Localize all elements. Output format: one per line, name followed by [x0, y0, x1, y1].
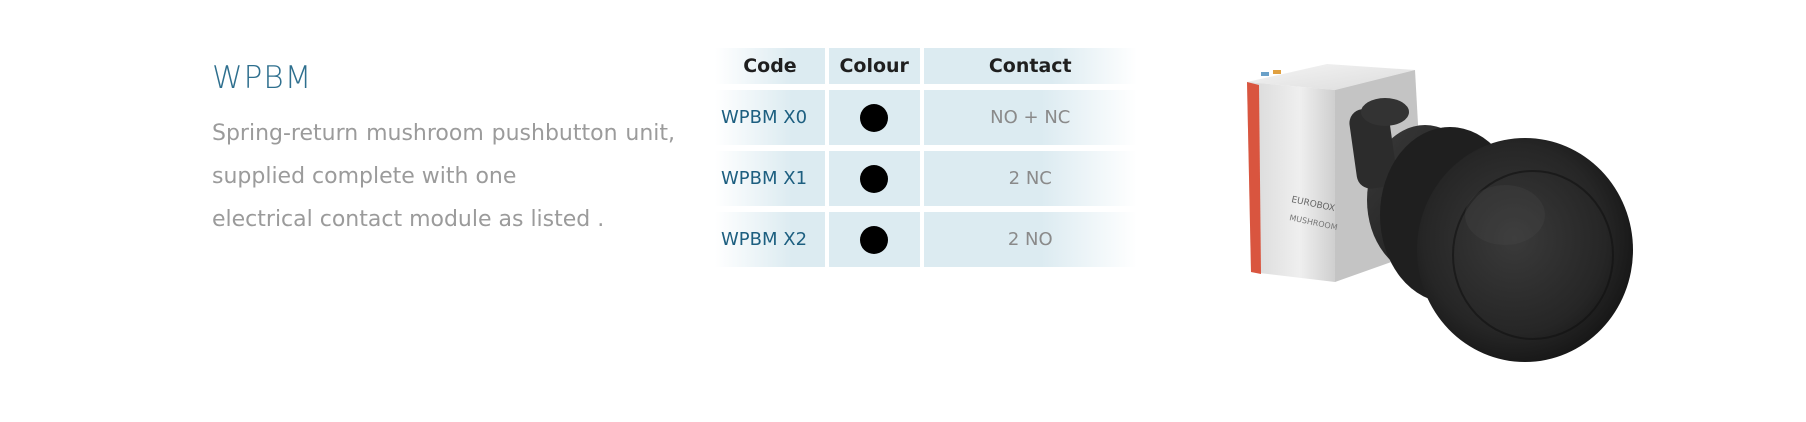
cell-contact: 2 NO: [923, 212, 1137, 267]
colour-swatch-black: [860, 103, 889, 132]
colour-swatch-black: [860, 225, 889, 254]
table-row: WPBM X1 2 NC: [715, 151, 1137, 206]
product-title: WPBM: [212, 60, 313, 96]
cell-colour: [828, 212, 920, 267]
mushroom-pushbutton-image: EUROBOX MUSHROOM: [1247, 64, 1633, 362]
spec-table: Code Colour Contact WPBM X0 NO + NC WPBM…: [711, 42, 1141, 273]
cell-colour: [828, 90, 920, 145]
header-code: Code: [715, 48, 825, 84]
cell-contact: NO + NC: [923, 90, 1137, 145]
header-contact: Contact: [923, 48, 1137, 84]
description-line-3: electrical contact module as listed .: [212, 207, 605, 232]
table-row: WPBM X0 NO + NC: [715, 90, 1137, 145]
cell-code: WPBM X2: [715, 212, 825, 267]
product-image: EUROBOX MUSHROOM: [1235, 50, 1655, 370]
table-row: WPBM X2 2 NO: [715, 212, 1137, 267]
description-line-1: Spring-return mushroom pushbutton unit,: [212, 121, 675, 146]
description-line-2: supplied complete with one: [212, 164, 517, 189]
cell-contact: 2 NC: [923, 151, 1137, 206]
product-description: Spring-return mushroom pushbutton unit, …: [212, 112, 682, 241]
cell-code: WPBM X0: [715, 90, 825, 145]
colour-swatch-black: [860, 164, 889, 193]
table-header-row: Code Colour Contact: [715, 48, 1137, 84]
header-colour: Colour: [828, 48, 920, 84]
cell-code: WPBM X1: [715, 151, 825, 206]
cell-colour: [828, 151, 920, 206]
